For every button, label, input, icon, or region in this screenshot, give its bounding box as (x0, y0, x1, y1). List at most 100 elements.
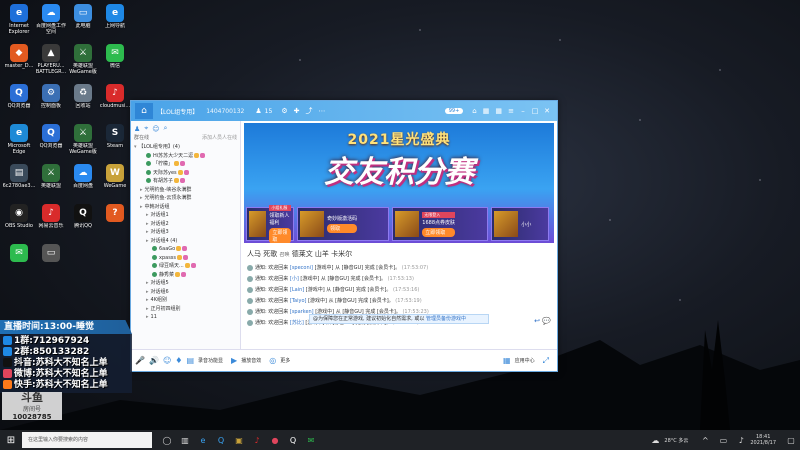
desktop-icon[interactable]: ▭ 此电脑 (66, 2, 100, 40)
chat-who[interactable]: [Taiyo] (290, 298, 307, 304)
tree-section-item[interactable]: ▸ 对话组3 (134, 228, 237, 237)
qq-home-icon[interactable]: ⌂ (135, 103, 153, 119)
start-icon[interactable]: ⊞ (0, 435, 22, 446)
member-item[interactable]: 天际苏yes (134, 169, 237, 178)
desktop-icon[interactable]: Q 腾讯QQ (66, 202, 100, 240)
record-label[interactable]: 录音功能显 (198, 357, 223, 364)
grid-icon[interactable]: ▦ (483, 107, 490, 115)
banner-card[interactable]: 小小 (491, 207, 549, 241)
emoji-icon[interactable]: ☺ (163, 356, 171, 365)
menu-button[interactable]: ≡ (505, 107, 517, 115)
sidebar-tab-label[interactable]: 群在线 (134, 134, 149, 143)
member-item[interactable]: 「柠檬」 (134, 160, 237, 169)
more-circle-icon[interactable]: ◎ (269, 356, 276, 365)
desktop-icon[interactable]: W WeGame (98, 162, 132, 200)
expand-icon[interactable]: ⤢ (543, 356, 549, 366)
banner-card[interactable]: 小组礼服 领取新人福利 立即领取 (246, 204, 295, 243)
chat-who[interactable]: [小] (290, 276, 299, 282)
taskbar-game-icon[interactable]: ▣ (230, 436, 248, 445)
tree-section-item[interactable]: ▸ 对话组2 (134, 220, 237, 229)
tree-section-item[interactable]: ▸ 正月初四组别 (134, 305, 237, 314)
desktop-icon[interactable]: ◉ OBS Studio (2, 202, 36, 240)
taskbar-qq2-icon[interactable]: Q (284, 436, 302, 445)
member-item[interactable]: 静秀菜 (134, 271, 237, 280)
record-icon[interactable]: ▤ (186, 356, 194, 365)
search-icon[interactable]: ⌕ (164, 124, 168, 133)
member-item[interactable]: 绿豆晴天... (134, 262, 237, 271)
taskbar-search-input[interactable]: 在这里输入你要搜索的内容 (22, 432, 152, 448)
desktop-icon[interactable]: ♪ cloudmusi... (98, 82, 132, 120)
desktop-icon[interactable]: e 上网导航 (98, 2, 132, 40)
more-label[interactable]: 更多 (280, 357, 290, 364)
more-icon[interactable]: ⋯ (318, 107, 325, 115)
desktop-icon[interactable]: ⚔ 英雄联盟 (34, 162, 68, 200)
task-view-icon[interactable]: ◯ (158, 436, 176, 445)
taskbar-red-app-icon[interactable]: ● (266, 436, 284, 445)
taskbar-wechat-icon[interactable]: ✉ (302, 436, 320, 445)
desktop-icon[interactable]: ☁ 百度网盘工作空间 (34, 2, 68, 40)
taskbar-multitask-icon[interactable]: ▥ (176, 436, 194, 445)
desktop-icon[interactable]: S Steam (98, 122, 132, 160)
member-item[interactable]: xpasss (134, 254, 237, 263)
grid-icon-2[interactable]: ▦ (495, 107, 502, 115)
member-item[interactable]: 有胡苏子 (134, 177, 237, 186)
tree-section-item[interactable]: ▸ 4K组别 (134, 296, 237, 305)
add-member-link[interactable]: 添加人员人在线 (202, 134, 237, 143)
tree-section-item[interactable]: ▸ 光明钓鱼-云顶永满群 (134, 194, 237, 203)
microphone-icon[interactable]: 🎤 (135, 356, 145, 365)
desktop-icon[interactable]: ✉ (2, 242, 36, 280)
taskbar-qq-icon[interactable]: Q (212, 436, 230, 445)
desktop-icon[interactable]: e Microsoft Edge (2, 122, 36, 160)
plus-icon[interactable]: ✚ (294, 107, 300, 115)
card-button[interactable]: 立即领取 (269, 227, 292, 243)
desktop-icon[interactable]: ⚔ 英雄联盟WeGame版 (66, 122, 100, 160)
tray-network-icon[interactable]: ▭ (714, 436, 732, 445)
desktop-icon[interactable]: ▲ PLAYERU... BATTLEGR... (34, 42, 68, 80)
maximize-button[interactable]: □ (529, 107, 541, 115)
banner-card[interactable]: 无限登入 1688点券皮肤 立即领取 (392, 207, 489, 241)
weather-text[interactable]: 28°C 多云 (664, 437, 688, 444)
taskbar-netease-icon[interactable]: ♪ (248, 436, 266, 445)
chat-who[interactable]: [Lain] (290, 287, 304, 293)
user-icon[interactable]: ♟ (134, 125, 140, 133)
settings-icon[interactable]: ⚙ (281, 107, 287, 115)
desktop-icon[interactable]: ♻ 回收站 (66, 82, 100, 120)
desktop-icon[interactable]: Q QQ浏览器 (2, 82, 36, 120)
apps-icon[interactable]: ▦ (503, 356, 511, 365)
tree-section-item[interactable]: ▸ 对话组1 (134, 211, 237, 220)
message-badge[interactable]: 99+ (444, 108, 464, 114)
desktop-icon[interactable]: ⚙ 控制面板 (34, 82, 68, 120)
desktop-icon[interactable]: e Internet Explorer (2, 2, 36, 40)
app-home-icon[interactable]: ⌂ (472, 107, 476, 115)
play-label[interactable]: 播放音效 (241, 357, 261, 364)
notification-icon[interactable]: ▢ (782, 436, 800, 445)
member-item[interactable]: 6aaGo (134, 245, 237, 254)
notice-link[interactable]: 管理员备份游戏中 (426, 316, 466, 322)
member-item[interactable]: Hi苏苏大少天二逗 (134, 152, 237, 161)
play-icon[interactable]: ▶ (231, 356, 237, 365)
tree-section-item[interactable]: ▸ 11 (134, 313, 237, 322)
share-icon[interactable]: ⤴ (305, 106, 312, 116)
app-center-label[interactable]: 应用中心 (515, 357, 535, 364)
desktop-icon[interactable]: ? (98, 202, 132, 240)
tree-section-item[interactable]: ▸ 中韩对话组 (134, 203, 237, 212)
desktop-icon[interactable]: ◆ master_D... (2, 42, 36, 80)
desktop-icon[interactable]: ⚔ 英雄联盟WeGame版 (66, 42, 100, 80)
location-icon[interactable]: ⌖ (144, 124, 148, 133)
card-button[interactable]: 领取 (327, 224, 358, 233)
promo-banner[interactable]: 2021星光盛典 交友积分赛 小组礼服 领取新人福利 立即领取 奇妙版激活码 领取 无限登… (244, 123, 554, 243)
tree-section-item[interactable]: ▸ 对话组4 (4) (134, 237, 237, 246)
desktop-icon[interactable]: ♪ 网易云音乐 (34, 202, 68, 240)
tray-volume-icon[interactable]: ♪ (732, 436, 750, 445)
chat-who[interactable]: [speconi] (290, 265, 313, 271)
tree-section-item[interactable]: ▸ 对话组6 (134, 288, 237, 297)
chat-bubble-icon[interactable]: 💬 (542, 317, 551, 325)
notice-bar[interactable]: @为保障您在正常游戏, 建议初始化自然需求, 或以 管理员备份游戏中 (309, 314, 489, 324)
desktop-icon[interactable]: ▭ (34, 242, 68, 280)
close-button[interactable]: ✕ (541, 107, 553, 115)
tray-arrow-icon[interactable]: ^ (696, 436, 714, 445)
tree-group-header[interactable]: ▾ 【LOL组专用】(4) (134, 143, 237, 152)
desktop-icon[interactable]: ☁ 百度网盘 (66, 162, 100, 200)
card-button[interactable]: 立即领取 (422, 227, 456, 237)
tree-section-item[interactable]: ▸ 光明钓鱼-峡谷永满群 (134, 186, 237, 195)
